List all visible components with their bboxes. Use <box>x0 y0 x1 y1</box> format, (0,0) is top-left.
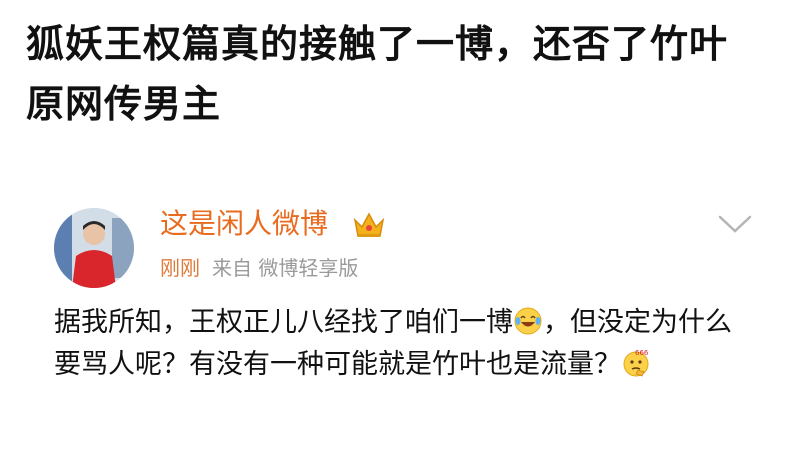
chevron-down-icon[interactable] <box>716 212 754 236</box>
headline-line-1: 狐妖王权篇真的接触了一博，还否了竹叶 <box>26 22 729 66</box>
thinking-666-emoji: 666 <box>621 348 651 378</box>
laugh-cry-emoji <box>513 306 543 336</box>
svg-text:666: 666 <box>635 349 649 357</box>
post-meta: 刚刚 来自 微博轻享版 <box>160 254 358 282</box>
avatar[interactable] <box>54 208 134 288</box>
weibo-post-card: 这是闲人微博 刚刚 来自 微博轻享版 据我所知，王权正儿八经找了咱们一博 ，但没定… <box>0 196 800 471</box>
post-body-part1: 据我所知，王权正儿八经找了咱们一博 <box>54 307 513 338</box>
post-body: 据我所知，王权正儿八经找了咱们一博 ，但没定为什么要骂人呢？有没有一种可能就是竹… <box>54 302 754 386</box>
username[interactable]: 这是闲人微博 <box>160 206 328 242</box>
crown-icon <box>352 210 386 240</box>
headline-line-2: 原网传男主 <box>26 82 222 126</box>
post-source: 来自 微博轻享版 <box>212 256 359 280</box>
article-headline: 狐妖王权篇真的接触了一博，还否了竹叶 原网传男主 <box>26 14 786 134</box>
post-time: 刚刚 <box>160 256 200 280</box>
